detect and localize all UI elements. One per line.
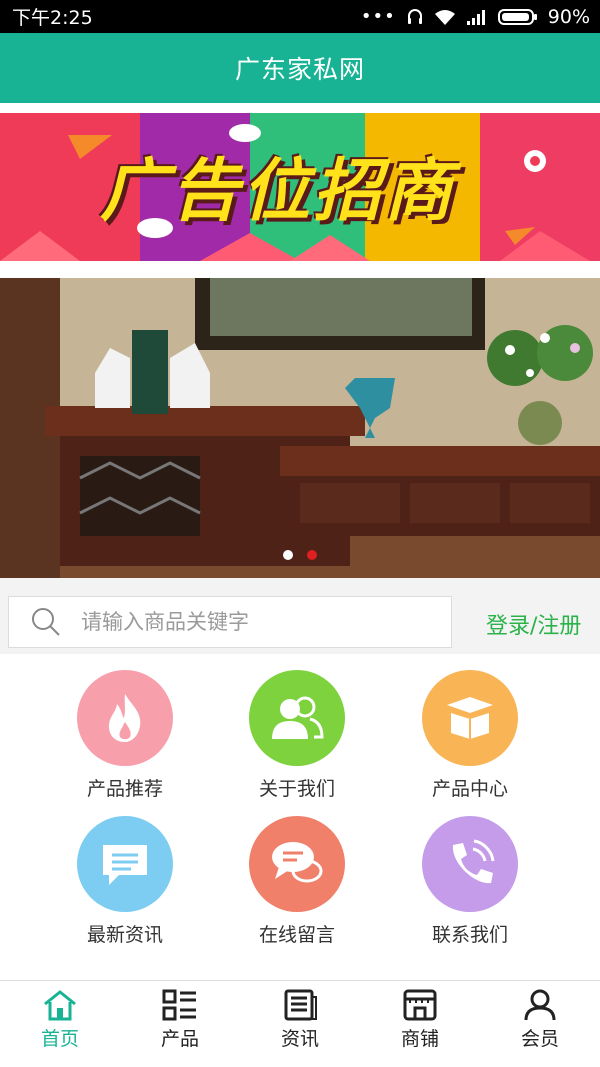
home-icon [44, 990, 76, 1021]
list-icon [162, 989, 196, 1021]
menu-item-contact-us[interactable]: 联系我们 [385, 816, 555, 947]
flame-icon [108, 694, 141, 742]
carousel-image [0, 278, 600, 578]
product-carousel[interactable] [0, 278, 600, 578]
carousel-dot[interactable] [283, 550, 293, 560]
menu-label: 关于我们 [258, 778, 335, 800]
tab-news[interactable]: 资讯 [240, 981, 360, 1067]
bottom-tab-bar: 首页 产品 资讯 商铺 会员 [0, 980, 600, 1067]
menu-item-product-recommend[interactable]: 产品推荐 [40, 670, 210, 801]
battery-icon [497, 8, 537, 25]
menu-label: 产品中心 [431, 778, 508, 800]
signal-icon [466, 9, 485, 25]
user-icon [524, 989, 556, 1021]
app-header: 广东家私网 [0, 33, 600, 103]
tab-label: 商铺 [400, 1028, 439, 1050]
menu-item-latest-news[interactable]: 最新资讯 [40, 816, 210, 947]
menu-item-online-message[interactable]: 在线留言 [212, 816, 382, 947]
chat-icon [272, 842, 323, 883]
menu-item-product-center[interactable]: 产品中心 [385, 670, 555, 801]
tab-label: 首页 [40, 1028, 79, 1050]
menu-item-about-us[interactable]: 关于我们 [212, 670, 382, 801]
tab-member[interactable]: 会员 [480, 981, 600, 1067]
tab-products[interactable]: 产品 [120, 981, 240, 1067]
carousel-dots [283, 550, 317, 560]
menu-label: 产品推荐 [86, 778, 163, 800]
search-input[interactable] [81, 610, 411, 634]
menu-label: 最新资讯 [86, 924, 163, 946]
status-bar: 下午2:25 ••• 90% [0, 0, 600, 33]
menu-label: 在线留言 [258, 924, 335, 946]
search-icon [32, 608, 60, 636]
headset-icon [407, 8, 422, 24]
tab-label: 资讯 [280, 1028, 319, 1050]
phone-icon [452, 839, 495, 884]
menu-grid: 产品推荐 关于我们 产品中心 最新资讯 在线留言 联系我们 [0, 654, 600, 980]
tab-shop[interactable]: 商铺 [360, 981, 480, 1067]
menu-label: 联系我们 [431, 924, 508, 946]
shop-icon [403, 989, 437, 1021]
users-icon [272, 696, 324, 739]
search-box[interactable] [8, 596, 452, 648]
tab-label: 会员 [520, 1028, 559, 1050]
login-register-link[interactable]: 登录/注册 [486, 608, 581, 640]
wifi-icon [434, 9, 455, 25]
tab-label: 产品 [160, 1028, 199, 1050]
news-icon [284, 989, 317, 1021]
carousel-dot-active[interactable] [307, 550, 317, 560]
status-time: 下午2:25 [12, 7, 93, 29]
search-row: 登录/注册 [0, 578, 600, 654]
ad-banner-text: 广告位招商 [100, 152, 456, 231]
ad-banner[interactable]: 广告位招商 [0, 113, 600, 261]
more-dots-icon: ••• [360, 6, 396, 27]
tab-home[interactable]: 首页 [0, 981, 120, 1067]
page-title: 广东家私网 [234, 55, 365, 84]
battery-level: 90% [547, 5, 590, 28]
message-icon [103, 845, 147, 885]
box-icon [447, 697, 493, 739]
